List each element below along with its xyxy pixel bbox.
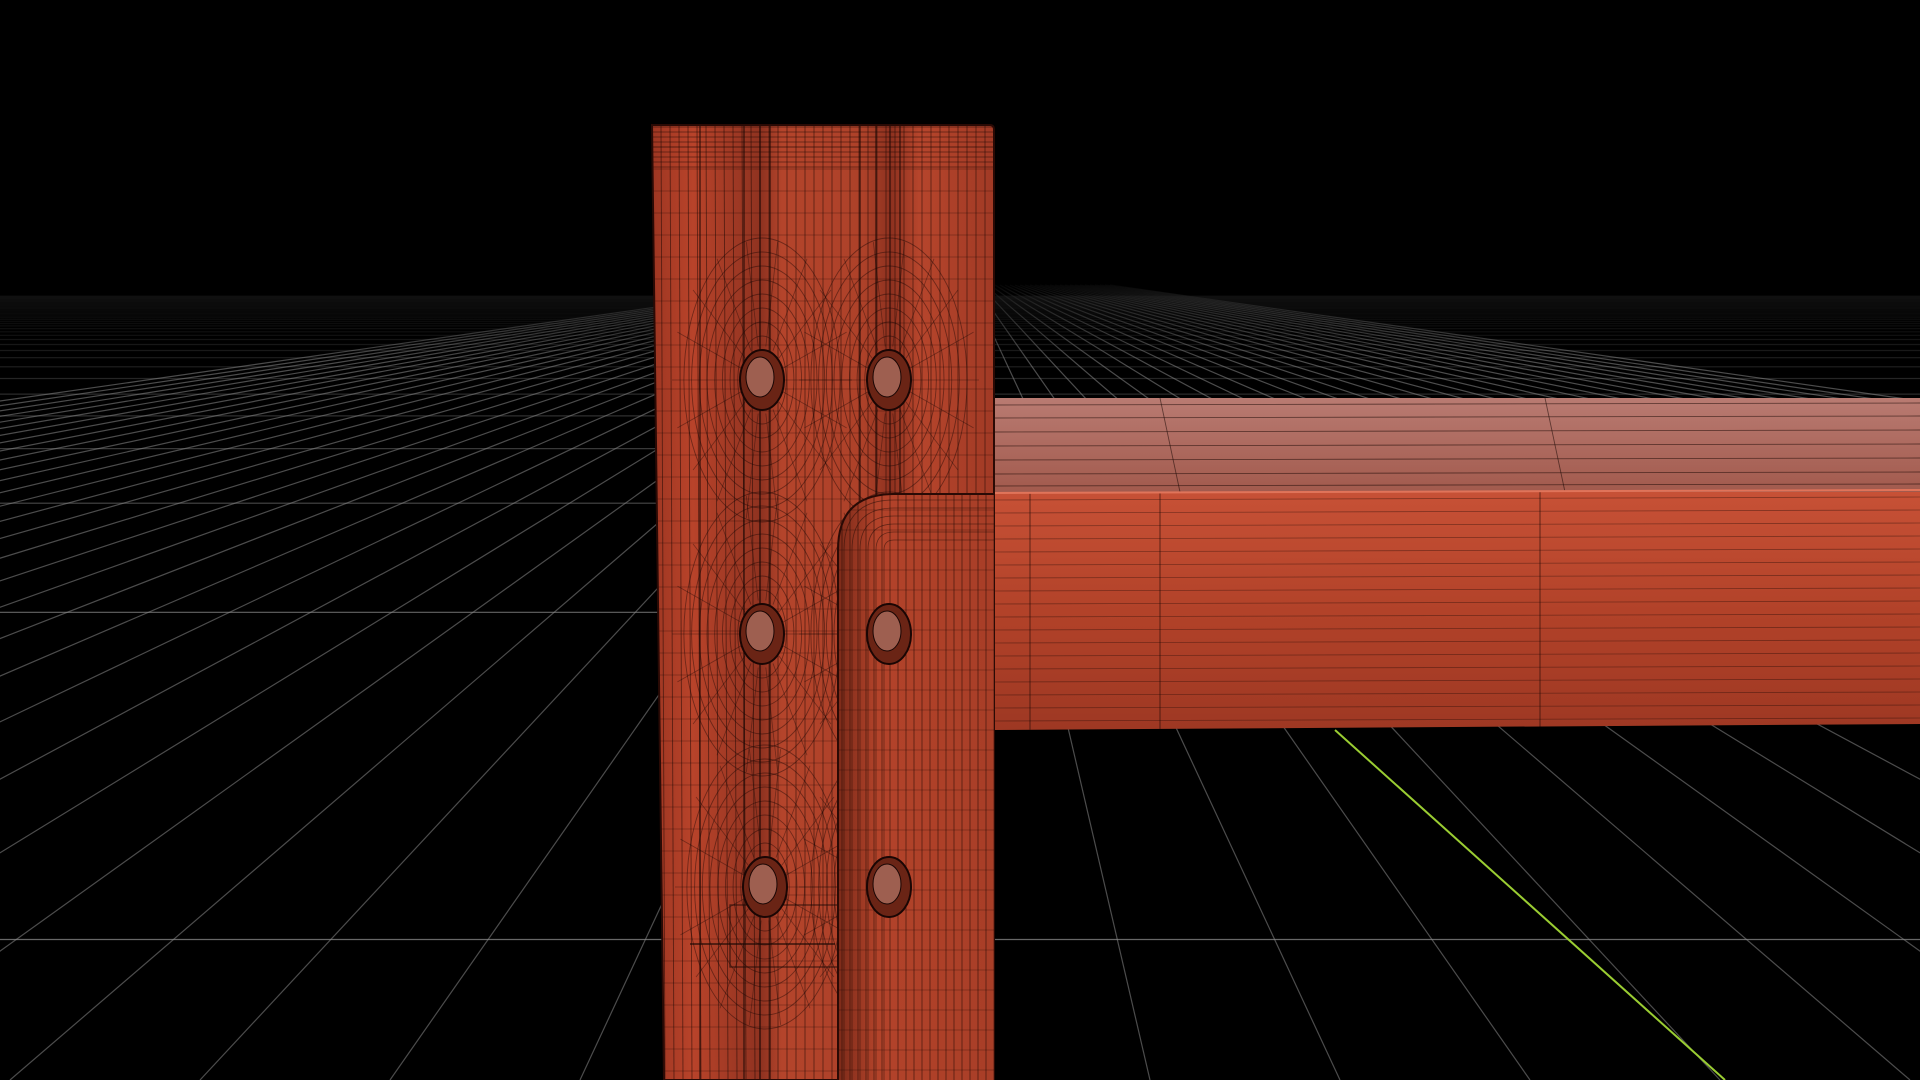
bent-flange[interactable] [837,493,994,1080]
bracket-hole-interior [748,863,778,905]
bracket-hole-interior [872,356,902,398]
flange-face [838,494,994,1080]
viewport-render[interactable] [0,0,1920,1080]
bracket-hole-interior [872,863,902,905]
horizontal-beam[interactable] [993,398,1920,730]
bracket-hole-interior [745,610,775,652]
3d-viewport[interactable] [0,0,1920,1080]
bracket-hole-interior [872,610,902,652]
bracket-hole-interior [745,356,775,398]
world-axis-line [1334,729,1726,1080]
